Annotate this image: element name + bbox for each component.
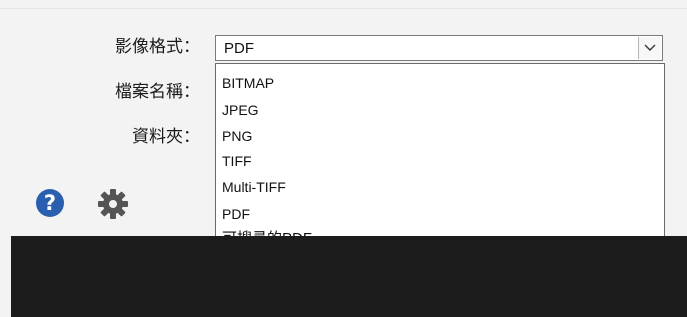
gear-icon[interactable] — [97, 188, 129, 220]
option-tiff[interactable]: TIFF — [222, 152, 252, 170]
folder-label: 資料夾： — [132, 127, 200, 147]
chevron-down-icon[interactable] — [638, 37, 661, 59]
footer-edge — [0, 236, 11, 317]
format-select[interactable]: PDF — [215, 35, 663, 61]
option-multi-tiff[interactable]: Multi-TIFF — [222, 178, 286, 196]
option-jpeg[interactable]: JPEG — [222, 101, 259, 119]
divider — [0, 8, 687, 9]
filename-label: 檔案名稱： — [115, 82, 200, 102]
option-bitmap[interactable]: BITMAP — [222, 74, 274, 92]
help-icon[interactable]: ? — [36, 189, 64, 217]
format-select-value: PDF — [224, 40, 254, 57]
option-png[interactable]: PNG — [222, 127, 252, 145]
footer-bar — [11, 236, 687, 317]
format-label: 影像格式： — [115, 37, 200, 57]
option-pdf[interactable]: PDF — [222, 205, 250, 223]
